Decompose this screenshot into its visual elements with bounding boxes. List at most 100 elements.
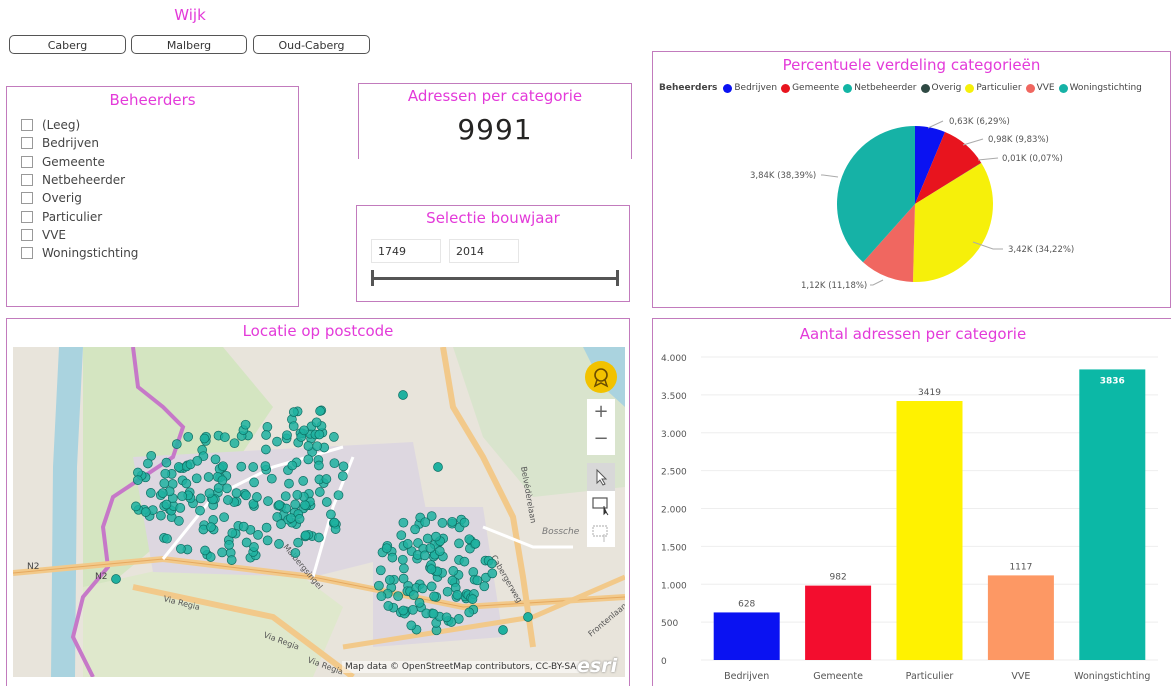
checkbox[interactable] xyxy=(21,137,33,150)
address-marker xyxy=(314,429,325,440)
bar-particulier[interactable] xyxy=(896,401,963,660)
address-marker xyxy=(238,521,249,532)
bar-chart: Aantal adressen per categorie 0 500 1.000 1… xyxy=(661,325,1158,682)
address-marker xyxy=(422,533,433,544)
address-marker xyxy=(314,460,324,471)
option-label: Bedrijven xyxy=(42,136,99,151)
pie-label-vve: 1,12K (11,18%) xyxy=(801,281,867,291)
checkbox[interactable] xyxy=(21,119,33,132)
bouwjaar-slider-min-handle[interactable] xyxy=(371,270,374,286)
lasso-select-icon[interactable] xyxy=(587,519,615,547)
bar-vve[interactable] xyxy=(987,575,1054,660)
map-canvas[interactable]: N2 N2 Via Regia Via Regia Via Regia Malb… xyxy=(13,347,625,677)
checkbox[interactable] xyxy=(21,228,33,241)
leader-line xyxy=(962,138,984,146)
address-marker xyxy=(224,539,234,550)
award-icon[interactable] xyxy=(585,361,617,393)
beheerder-option-bedrijven[interactable]: Bedrijven xyxy=(21,134,298,152)
bouwjaar-slider-track[interactable] xyxy=(371,277,619,280)
beheerder-option-leeg[interactable]: (Leeg) xyxy=(21,116,298,134)
address-marker xyxy=(293,537,303,548)
address-marker xyxy=(161,457,172,468)
address-marker xyxy=(261,444,271,455)
beheerder-option-gemeente[interactable]: Gemeente xyxy=(21,153,298,171)
address-marker xyxy=(498,625,508,635)
wijk-button-malberg[interactable]: Malberg xyxy=(131,35,247,54)
map-title: Locatie op postcode xyxy=(242,322,394,340)
address-marker xyxy=(284,478,294,489)
address-marker xyxy=(428,608,439,619)
checkbox[interactable] xyxy=(21,174,33,187)
address-marker xyxy=(262,535,273,546)
checkbox[interactable] xyxy=(21,192,33,205)
address-marker xyxy=(406,620,417,631)
address-marker xyxy=(261,522,272,533)
option-label: (Leeg) xyxy=(42,118,81,133)
x-tick-label: VVE xyxy=(1011,671,1030,682)
address-marker xyxy=(523,612,533,622)
address-marker xyxy=(397,554,408,565)
address-marker xyxy=(408,590,419,600)
address-marker xyxy=(276,519,286,529)
address-marker xyxy=(402,539,413,549)
address-marker xyxy=(241,537,252,548)
checkbox[interactable] xyxy=(21,210,33,223)
wijk-title: Wijk xyxy=(174,6,206,24)
bar-gemeente[interactable] xyxy=(805,585,872,660)
option-label: Netbeheerder xyxy=(42,173,126,188)
beheerder-option-woningstichting[interactable]: Woningstichting xyxy=(21,244,298,262)
option-label: Particulier xyxy=(42,209,103,224)
checkbox[interactable] xyxy=(21,155,33,168)
address-marker xyxy=(157,488,168,498)
x-tick-label: Gemeente xyxy=(813,671,863,682)
address-marker xyxy=(303,441,314,451)
bar-bedrijven[interactable] xyxy=(713,612,780,660)
address-marker xyxy=(434,546,445,556)
y-tick-label: 2.000 xyxy=(661,506,687,516)
wijk-button-oud-caberg[interactable]: Oud-Caberg xyxy=(253,35,370,54)
bouwjaar-slider-max-handle[interactable] xyxy=(616,270,619,286)
pie-label-gemeente: 0,98K (9,83%) xyxy=(988,135,1049,145)
address-marker xyxy=(272,436,282,447)
address-marker xyxy=(408,604,418,615)
kpi-title: Adressen per categorie xyxy=(407,87,583,105)
address-marker xyxy=(171,439,182,449)
address-marker xyxy=(262,422,273,432)
beheerder-option-vve[interactable]: VVE xyxy=(21,226,298,244)
address-marker xyxy=(290,499,301,510)
address-marker xyxy=(227,528,238,538)
address-marker xyxy=(321,497,332,507)
address-marker xyxy=(329,458,340,469)
rect-select-icon[interactable] xyxy=(587,491,615,519)
address-marker xyxy=(161,499,172,510)
address-marker xyxy=(441,612,452,623)
address-marker xyxy=(195,505,205,516)
y-tick-label: 500 xyxy=(661,619,678,629)
zoom-out-button[interactable]: − xyxy=(587,427,615,455)
address-marker xyxy=(183,431,194,442)
address-marker xyxy=(288,421,299,432)
kpi-card: Adressen per categorie 9991 xyxy=(358,83,632,159)
beheerder-option-netbeheerder[interactable]: Netbeheerder xyxy=(21,171,298,189)
address-marker xyxy=(140,507,151,517)
leader-line xyxy=(977,157,999,161)
address-marker xyxy=(173,462,184,472)
y-tick-label: 0 xyxy=(661,657,667,667)
checkbox[interactable] xyxy=(21,247,33,260)
leader-line xyxy=(821,174,839,178)
address-marker xyxy=(487,568,498,579)
wijk-button-caberg[interactable]: Caberg xyxy=(9,35,126,54)
bar-woningstichting[interactable] xyxy=(1079,369,1146,660)
bouwjaar-max-input[interactable]: 2014 xyxy=(449,239,519,263)
beheerder-option-particulier[interactable]: Particulier xyxy=(21,207,298,225)
beheerder-option-overig[interactable]: Overig xyxy=(21,189,298,207)
address-marker xyxy=(217,547,227,558)
bouwjaar-min-input[interactable]: 1749 xyxy=(371,239,441,263)
zoom-in-button[interactable]: + xyxy=(587,399,615,427)
pointer-icon[interactable] xyxy=(587,463,615,491)
address-marker xyxy=(459,517,470,528)
x-tick-label: Bedrijven xyxy=(724,671,769,682)
leader-line xyxy=(870,279,884,286)
pie-label-particulier: 3,42K (34,22%) xyxy=(1008,245,1074,255)
y-tick-label: 3.000 xyxy=(661,430,687,440)
